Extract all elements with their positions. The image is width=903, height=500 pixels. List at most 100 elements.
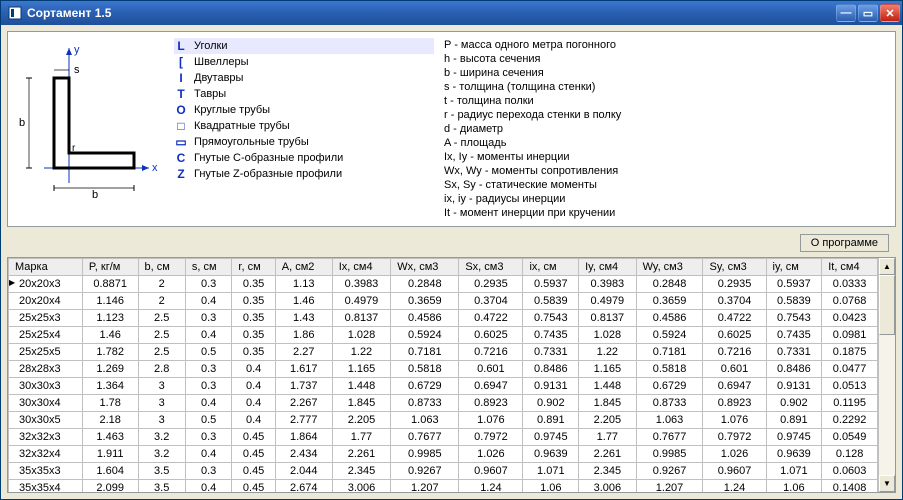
table-cell: 0.7435 — [523, 327, 579, 344]
table-cell: 0.6947 — [703, 378, 766, 395]
table-cell: 1.207 — [391, 480, 459, 493]
about-wrapper: О программе — [800, 234, 889, 252]
table-cell: 0.9639 — [766, 446, 822, 463]
table-cell: 0.45 — [232, 429, 275, 446]
column-header[interactable]: Ix, см4 — [332, 259, 391, 276]
scroll-thumb[interactable] — [879, 275, 895, 335]
table-cell: 1.77 — [579, 429, 636, 446]
type-label: Прямоугольные трубы — [194, 136, 309, 148]
table-cell: 30x30x3 — [9, 378, 83, 395]
angle-icon: L — [174, 39, 188, 53]
table-cell: 30x30x5 — [9, 412, 83, 429]
table-row[interactable]: 32x32x31.4633.20.30.451.8641.770.76770.7… — [9, 429, 878, 446]
type-item-tees[interactable]: TТавры — [174, 86, 434, 102]
table-cell: 0.9639 — [523, 446, 579, 463]
svg-text:s: s — [74, 64, 80, 76]
table-cell: 0.45 — [232, 463, 275, 480]
table-cell: 0.5818 — [636, 361, 703, 378]
column-header[interactable]: P, кг/м — [82, 259, 138, 276]
legend-line: d - диаметр — [444, 122, 889, 136]
table-cell: 1.845 — [579, 395, 636, 412]
table-cell: 0.8733 — [636, 395, 703, 412]
column-header[interactable]: A, см2 — [275, 259, 332, 276]
table-cell: 3.5 — [138, 480, 185, 493]
table-row[interactable]: 20x20x30.887120.30.351.130.39830.28480.2… — [9, 276, 878, 293]
table-row[interactable]: 20x20x41.14620.40.351.460.49790.36590.37… — [9, 293, 878, 310]
table-cell: 0.8871 — [82, 276, 138, 293]
type-item-rect-tubes[interactable]: ▭Прямоугольные трубы — [174, 134, 434, 150]
table-cell: 1.063 — [391, 412, 459, 429]
type-item-z-profiles[interactable]: ZГнутые Z-образные профили — [174, 166, 434, 182]
table-row[interactable]: 30x30x41.7830.40.42.2671.8450.87330.8923… — [9, 395, 878, 412]
maximize-button[interactable]: ▭ — [858, 4, 878, 22]
table-row[interactable]: 35x35x31.6043.50.30.452.0442.3450.92670.… — [9, 463, 878, 480]
type-item-c-profiles[interactable]: CГнутые С-образные профили — [174, 150, 434, 166]
table-row[interactable]: 25x25x41.462.50.40.351.861.0280.59240.60… — [9, 327, 878, 344]
table-cell: 1.463 — [82, 429, 138, 446]
table-cell: 20x20x4 — [9, 293, 83, 310]
column-header[interactable]: b, см — [138, 259, 185, 276]
close-button[interactable]: ✕ — [880, 4, 900, 22]
type-item-ibeams[interactable]: IДвутавры — [174, 70, 434, 86]
table-cell: 1.063 — [636, 412, 703, 429]
legend-line: It - момент инерции при кручении — [444, 206, 889, 220]
table-cell: 1.86 — [275, 327, 332, 344]
column-header[interactable]: Sy, см3 — [703, 259, 766, 276]
table-cell: 0.4 — [232, 378, 275, 395]
table-cell: 0.4586 — [636, 310, 703, 327]
type-item-round-tubes[interactable]: OКруглые трубы — [174, 102, 434, 118]
table-cell: 0.35 — [232, 276, 275, 293]
scroll-up-button[interactable]: ▲ — [879, 258, 895, 275]
type-item-angles[interactable]: LУголки — [174, 38, 434, 54]
table-cell: 0.5937 — [766, 276, 822, 293]
column-header[interactable]: ix, см — [523, 259, 579, 276]
column-header[interactable]: It, см4 — [822, 259, 878, 276]
content-area: x y b b s r LУголки [Ш — [1, 25, 902, 499]
table-cell: 0.3983 — [579, 276, 636, 293]
table-cell: 1.604 — [82, 463, 138, 480]
app-icon — [7, 5, 23, 21]
column-header[interactable]: s, см — [185, 259, 232, 276]
table-row[interactable]: 35x35x42.0993.50.40.452.6743.0061.2071.2… — [9, 480, 878, 493]
table-cell: 1.864 — [275, 429, 332, 446]
table-cell: 0.9267 — [636, 463, 703, 480]
column-header[interactable]: Wx, см3 — [391, 259, 459, 276]
type-item-channels[interactable]: [Швеллеры — [174, 54, 434, 70]
z-icon: Z — [174, 167, 188, 181]
column-header[interactable]: Iy, см4 — [579, 259, 636, 276]
column-header[interactable]: Sx, см3 — [459, 259, 523, 276]
table-cell: 0.4979 — [579, 293, 636, 310]
column-header[interactable]: Wy, см3 — [636, 259, 703, 276]
table-row[interactable]: 25x25x31.1232.50.30.351.430.81370.45860.… — [9, 310, 878, 327]
table-cell: 25x25x5 — [9, 344, 83, 361]
table-row[interactable]: 32x32x41.9113.20.40.452.4342.2610.99851.… — [9, 446, 878, 463]
table-cell: 2.345 — [579, 463, 636, 480]
table-cell: 0.902 — [523, 395, 579, 412]
table-cell: 0.8137 — [332, 310, 391, 327]
table-cell: 0.45 — [232, 446, 275, 463]
table-cell: 1.24 — [703, 480, 766, 493]
column-header[interactable]: Марка — [9, 259, 83, 276]
table-cell: 1.78 — [82, 395, 138, 412]
table-row[interactable]: 30x30x31.36430.30.41.7371.4480.67290.694… — [9, 378, 878, 395]
type-label: Двутавры — [194, 72, 243, 84]
scroll-track[interactable] — [879, 275, 895, 475]
table-cell: 0.3659 — [636, 293, 703, 310]
table-cell: 1.026 — [459, 446, 523, 463]
about-button[interactable]: О программе — [800, 234, 889, 252]
minimize-button[interactable]: — — [836, 4, 856, 22]
column-header[interactable]: r, см — [232, 259, 275, 276]
table-cell: 2.205 — [579, 412, 636, 429]
app-window: Сортамент 1.5 — ▭ ✕ x y b — [0, 0, 903, 500]
column-header[interactable]: iy, см — [766, 259, 822, 276]
table-cell: 0.3704 — [459, 293, 523, 310]
table-cell: 0.601 — [459, 361, 523, 378]
table-row[interactable]: 25x25x51.7822.50.50.352.271.220.71810.72… — [9, 344, 878, 361]
table-row[interactable]: 30x30x52.1830.50.42.7772.2051.0631.0760.… — [9, 412, 878, 429]
table-cell: 2.5 — [138, 344, 185, 361]
data-grid[interactable]: МаркаP, кг/мb, смs, смr, смA, см2Ix, см4… — [8, 258, 878, 492]
type-item-square-tubes[interactable]: □Квадратные трубы — [174, 118, 434, 134]
scroll-down-button[interactable]: ▼ — [879, 475, 895, 492]
vertical-scrollbar[interactable]: ▲ ▼ — [878, 258, 895, 492]
table-row[interactable]: 28x28x31.2692.80.30.41.6171.1650.58180.6… — [9, 361, 878, 378]
